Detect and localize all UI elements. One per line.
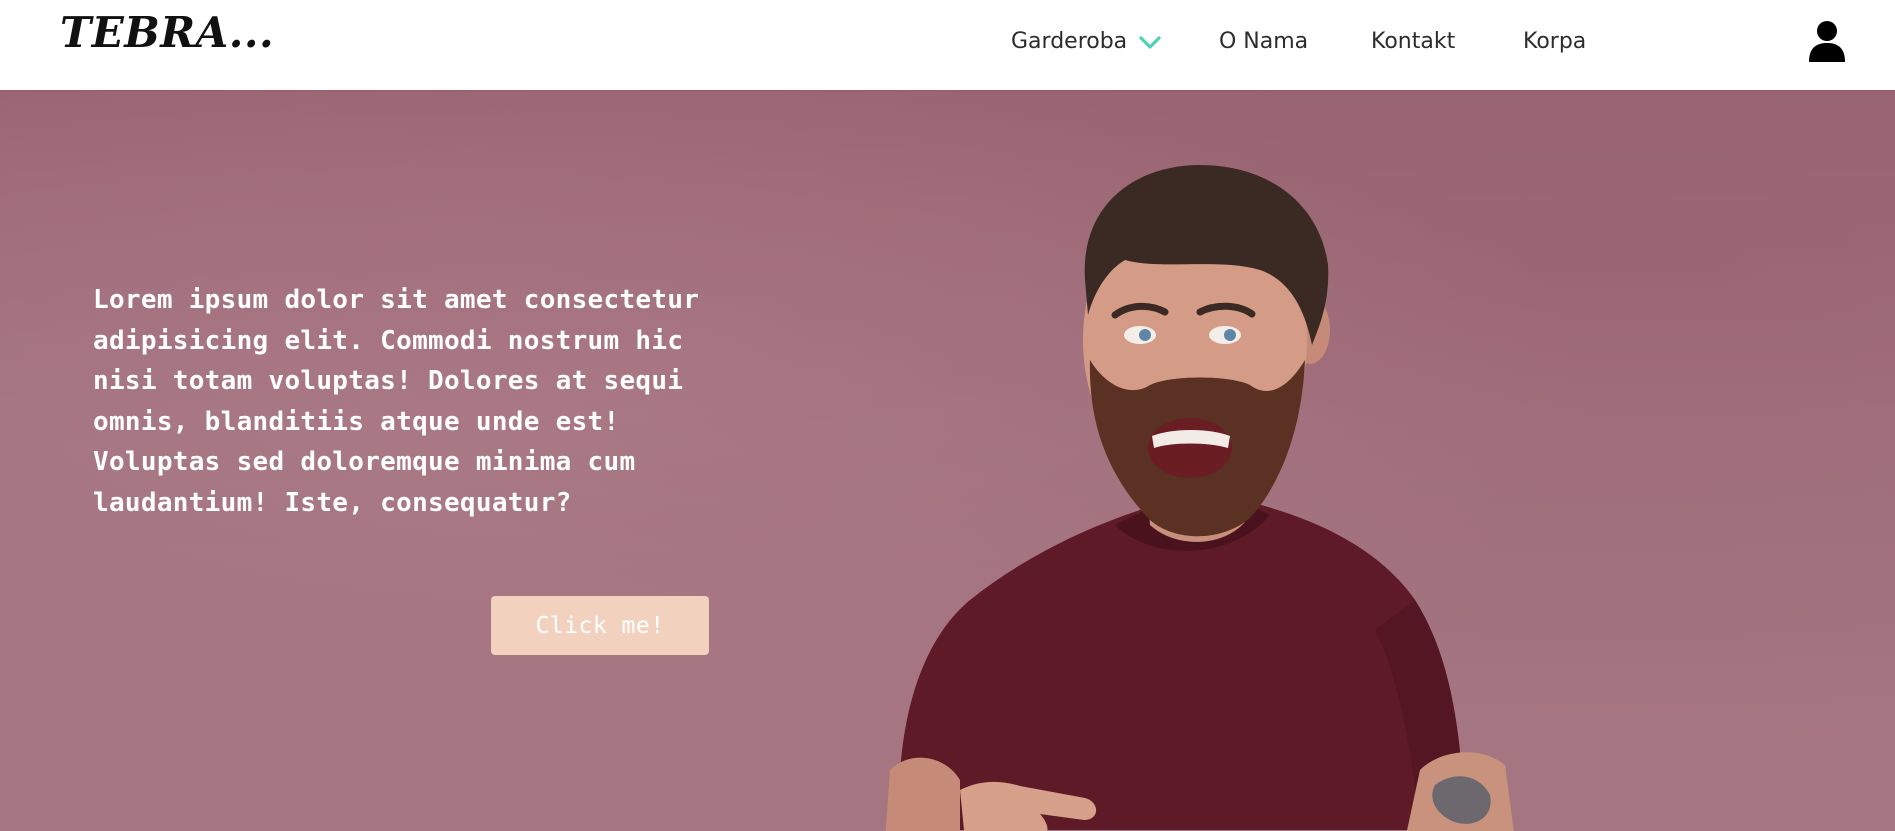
nav-item-kontakt[interactable]: Kontakt — [1371, 24, 1455, 60]
chevron-down-icon[interactable] — [1135, 24, 1165, 60]
logo[interactable]: TEBRA... — [60, 8, 274, 57]
nav-item-label: Garderoba — [1011, 29, 1128, 54]
user-icon[interactable] — [1806, 20, 1848, 62]
nav-item-korpa[interactable]: Korpa — [1523, 24, 1586, 60]
nav-item-garderoba[interactable]: Garderoba — [1011, 24, 1161, 60]
nav-item-o-nama[interactable]: O Nama — [1219, 24, 1308, 60]
hero-text: Lorem ipsum dolor sit amet consectetur a… — [93, 285, 700, 518]
site-header: TEBRA... Garderoba O Nama Kontakt Korpa — [0, 0, 1895, 90]
hero-section: Lorem ipsum dolor sit amet consectetur a… — [0, 90, 1895, 831]
hero-image — [885, 165, 1514, 831]
click-me-button[interactable]: Click me! — [491, 596, 709, 655]
